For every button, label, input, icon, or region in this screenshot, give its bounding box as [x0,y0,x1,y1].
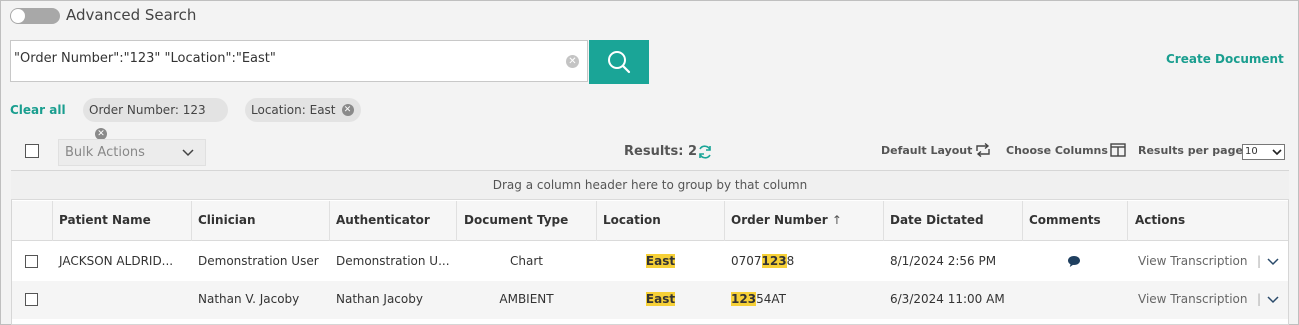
column-divider [724,201,725,241]
chevron-down-icon [182,149,194,157]
column-header-location[interactable]: Location [603,213,661,227]
column-header-clinician[interactable]: Clinician [198,213,256,227]
cell-document-type: AMBIENT [499,292,554,306]
cell-patient-name: JACKSON ALDRID... [59,254,174,268]
order-number-header-label: Order Number [731,213,828,227]
column-header-actions: Actions [1135,213,1186,227]
column-divider [191,201,192,241]
group-by-drop-zone[interactable]: Drag a column header here to group by th… [11,171,1289,200]
column-divider [329,201,330,241]
action-separator: | [1257,292,1262,306]
bulk-actions-dropdown[interactable]: Bulk Actions [58,139,206,166]
row-actions-menu[interactable] [1267,256,1279,271]
order-number-suffix: 8 [786,254,795,268]
order-number-match-highlight: 123 [731,292,757,306]
column-divider [1127,201,1128,241]
remove-chip-icon[interactable]: ✕ [341,103,354,116]
chevron-down-icon [1267,296,1279,304]
filter-chip-location: Location: East ✕ [245,98,361,122]
toggle-knob [11,9,25,23]
advanced-search-toggle[interactable] [10,8,60,24]
order-number-suffix: 54AT [756,292,786,306]
comment-icon[interactable] [1067,255,1081,271]
chevron-down-icon [1267,258,1279,266]
row-checkbox[interactable] [25,293,38,306]
clear-all-link[interactable]: Clear all [10,103,66,117]
row-actions-menu[interactable] [1267,294,1279,309]
default-layout-button[interactable]: Default Layout [881,144,972,157]
search-input[interactable] [14,51,554,66]
choose-columns-button[interactable]: Choose Columns [1006,144,1108,157]
chip-label: Order Number: 123 [89,103,206,117]
location-match-highlight: East [645,254,676,268]
action-separator: | [1257,254,1262,268]
results-per-page-select[interactable]: 10 [1242,144,1285,160]
cell-document-type: Chart [510,254,543,268]
remove-chip-icon[interactable]: ✕ [95,127,107,140]
cell-location: East [597,292,724,306]
column-header-order-number[interactable]: Order Number ↑ [731,213,842,227]
column-divider [456,201,457,241]
cell-order-number: 12354AT [731,292,786,306]
column-divider [1022,201,1023,241]
order-number-prefix: 0707 [731,254,762,268]
view-transcription-link[interactable]: View Transcription [1138,254,1247,268]
chip-label: Location: East [251,103,336,117]
refresh-icon[interactable] [697,144,713,164]
cell-location: East [597,254,724,268]
select-all-checkbox[interactable] [25,144,39,158]
chevron-down-icon [1272,149,1282,156]
search-box: ✕ [10,40,588,82]
advanced-search-label: Advanced Search [66,6,197,24]
column-header-patient-name[interactable]: Patient Name [59,213,151,227]
column-divider [883,201,884,241]
row-checkbox[interactable] [25,255,38,268]
reset-layout-icon[interactable] [974,142,992,161]
bulk-actions-label: Bulk Actions [65,145,145,160]
column-header-comments[interactable]: Comments [1029,213,1101,227]
column-header-authenticator[interactable]: Authenticator [336,213,430,227]
results-per-page-value: 10 [1245,146,1258,157]
cell-authenticator: Demonstration U... [336,254,450,268]
filter-chip-order-number: Order Number: 123 ✕ [83,98,228,140]
order-number-match-highlight: 123 [761,254,787,268]
cell-order-number: 07071238 [731,254,794,268]
cell-date-dictated: 8/1/2024 2:56 PM [890,254,997,268]
results-count: Results: 2 [624,144,697,159]
create-document-link[interactable]: Create Document [1166,52,1284,66]
location-match-highlight: East [645,292,676,306]
cell-authenticator: Nathan Jacoby [336,292,423,306]
column-header-document-type[interactable]: Document Type [464,213,568,227]
results-per-page-label: Results per page [1138,144,1243,157]
search-icon [608,51,631,74]
cell-date-dictated: 6/3/2024 11:00 AM [890,292,1005,306]
cell-clinician: Nathan V. Jacoby [198,292,300,306]
column-divider [52,201,53,241]
cell-clinician: Demonstration User [198,254,319,268]
search-button[interactable] [589,40,649,84]
clear-search-icon[interactable]: ✕ [566,55,579,68]
column-header-date-dictated[interactable]: Date Dictated [890,213,984,227]
column-divider [596,201,597,241]
view-transcription-link[interactable]: View Transcription [1138,292,1247,306]
columns-icon[interactable] [1110,142,1126,161]
sort-ascending-icon: ↑ [831,213,842,227]
